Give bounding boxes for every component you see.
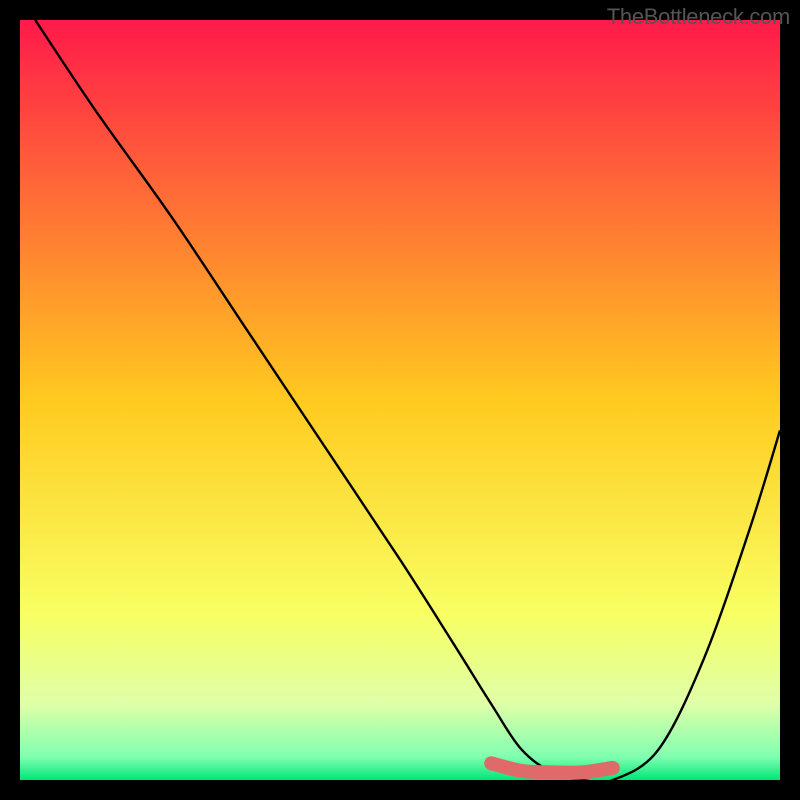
gradient-background: [20, 20, 780, 780]
chart-frame: [20, 20, 780, 780]
chart-svg: [20, 20, 780, 780]
watermark-text: TheBottleneck.com: [607, 4, 790, 30]
